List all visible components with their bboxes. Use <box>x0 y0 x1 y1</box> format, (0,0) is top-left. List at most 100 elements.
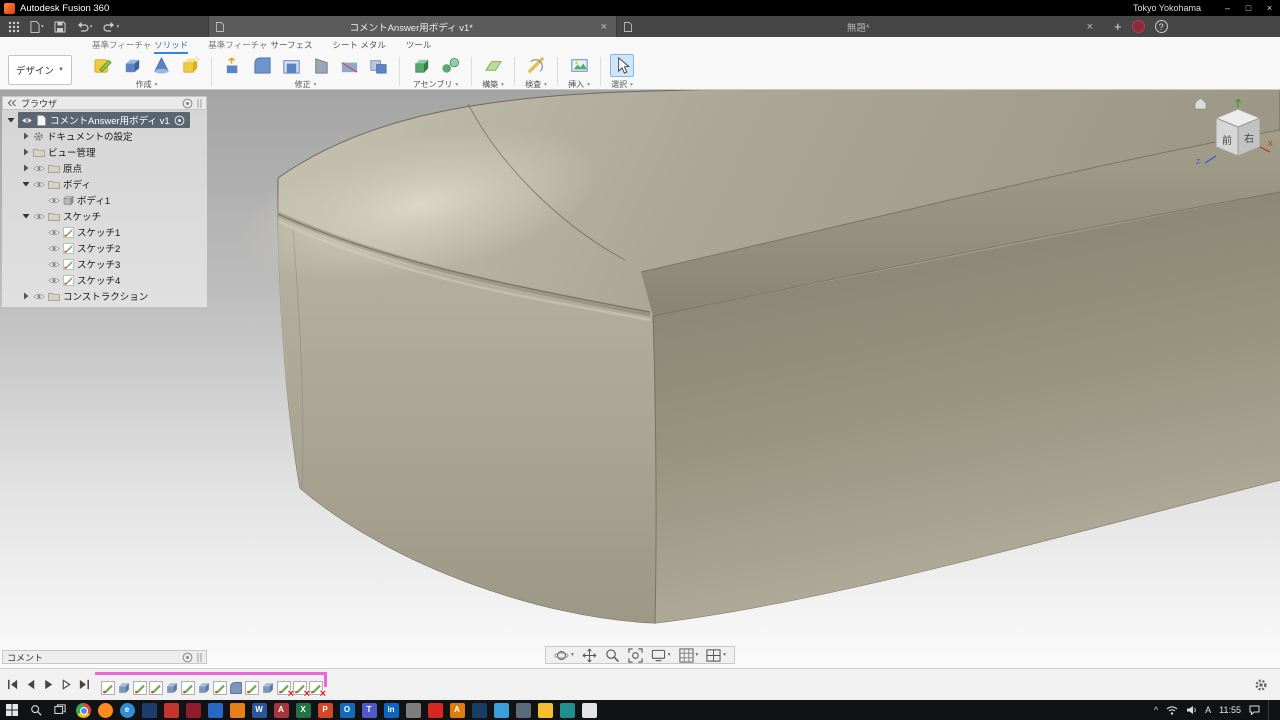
visibility-eye-icon[interactable] <box>48 196 60 205</box>
ribbon-group-label[interactable]: 構築 ▾ <box>482 79 504 90</box>
wifi-icon[interactable] <box>1166 705 1178 715</box>
view-cube[interactable]: 前 右 X Z <box>1192 94 1276 174</box>
display-settings-icon[interactable]: ▾ <box>651 648 671 663</box>
help-button[interactable]: ? <box>1154 20 1168 33</box>
tray-expand-icon[interactable]: ^ <box>1154 705 1158 715</box>
timeline-feature-sketch[interactable] <box>133 680 147 695</box>
save-icon[interactable] <box>51 16 69 37</box>
taskbar-app-word[interactable]: W <box>251 702 267 718</box>
clock[interactable]: 11:55 <box>1219 705 1241 715</box>
viewport-canvas[interactable]: ブラウザ コメントAnswer用ボディ v1 ドキュメントの設定 ビュー管理 原点 ボデ… <box>0 90 1280 668</box>
volume-icon[interactable] <box>1186 705 1197 715</box>
panel-grip-icon[interactable] <box>197 98 202 108</box>
extrude-button[interactable] <box>120 54 144 77</box>
taskbar-app-app-orange[interactable] <box>229 702 245 718</box>
visibility-eye-icon[interactable] <box>33 212 45 221</box>
taskbar-app-app-white[interactable] <box>581 702 597 718</box>
close-tab-icon[interactable]: × <box>599 21 609 33</box>
ribbon-group-label[interactable]: アセンブリ ▾ <box>413 79 458 90</box>
notification-icon[interactable] <box>1249 705 1260 715</box>
tree-expand-icon[interactable] <box>21 132 30 140</box>
minimize-button[interactable]: – <box>1217 0 1238 16</box>
file-menu-icon[interactable]: ▾ <box>27 16 47 37</box>
taskbar-app-teams[interactable]: T <box>361 702 377 718</box>
fillet-button[interactable] <box>250 54 274 77</box>
timeline-feature-sketch[interactable] <box>101 680 115 695</box>
start-button[interactable] <box>0 700 24 720</box>
ribbon-tab-シート メタル[interactable]: シート メタル <box>333 39 386 53</box>
browser-tree-item[interactable]: ドキュメントの設定 <box>2 128 207 144</box>
taskbar-app-explorer[interactable] <box>537 702 553 718</box>
shell-button[interactable] <box>279 54 303 77</box>
workspace-selector[interactable]: デザイン ▼ <box>8 55 72 85</box>
taskbar-app-app-blue[interactable] <box>207 702 223 718</box>
taskbar-app-access[interactable]: A <box>273 702 289 718</box>
visibility-eye-icon[interactable] <box>48 276 60 285</box>
press-pull-button[interactable] <box>221 54 245 77</box>
zoom-icon[interactable] <box>605 648 620 663</box>
user-avatar[interactable] <box>1131 20 1145 33</box>
taskbar-app-app-teal[interactable] <box>559 702 575 718</box>
skip-to-start-button[interactable] <box>5 677 20 692</box>
pin-panel-icon[interactable] <box>182 652 193 663</box>
browser-tree-item[interactable]: ボディ <box>2 176 207 192</box>
search-icon[interactable] <box>24 700 48 720</box>
timeline-feature-sketch[interactable]: × <box>277 680 294 700</box>
insert-canvas-button[interactable] <box>567 54 591 77</box>
panel-grip-icon[interactable] <box>197 652 202 662</box>
comments-header[interactable]: コメント <box>2 650 207 664</box>
step-forward-button[interactable] <box>59 677 74 692</box>
visibility-eye-icon[interactable] <box>48 228 60 237</box>
visibility-eye-icon[interactable] <box>48 244 60 253</box>
timeline-feature-extrude[interactable] <box>165 681 179 695</box>
select-cursor-button[interactable] <box>610 54 634 77</box>
browser-tree-item[interactable]: コンストラクション <box>2 288 207 304</box>
ribbon-group-label[interactable]: 挿入 ▾ <box>568 79 590 90</box>
timeline-feature-sketch[interactable]: × <box>309 680 326 700</box>
tree-collapse-icon[interactable] <box>21 181 30 187</box>
taskbar-app-app-skyblue[interactable] <box>493 702 509 718</box>
document-tab[interactable]: コメントAnswer用ボディ v1* × <box>208 16 616 37</box>
pin-panel-icon[interactable] <box>182 98 193 109</box>
ime-indicator[interactable]: A <box>1205 705 1211 715</box>
undo-icon[interactable]: ▾ <box>73 16 96 37</box>
taskbar-app-autodesk[interactable]: A <box>449 702 465 718</box>
visibility-eye-icon[interactable] <box>21 116 33 125</box>
taskbar-app-app-red2[interactable] <box>427 702 443 718</box>
taskbar-app-linkedin[interactable]: in <box>383 702 399 718</box>
taskbar-app-app-slate[interactable] <box>515 702 531 718</box>
step-back-button[interactable] <box>23 677 38 692</box>
fit-view-icon[interactable] <box>628 647 643 663</box>
pan-icon[interactable] <box>582 648 597 663</box>
grid-settings-icon[interactable]: ▾ <box>678 647 698 663</box>
ribbon-group-label[interactable]: 選択 ▾ <box>611 79 633 90</box>
visibility-eye-icon[interactable] <box>33 292 45 301</box>
browser-tree-item[interactable]: スケッチ4 <box>2 272 207 288</box>
taskbar-app-app-red[interactable] <box>163 702 179 718</box>
taskbar-app-powerpoint[interactable]: P <box>317 702 333 718</box>
timeline-feature-extrude[interactable] <box>117 681 131 695</box>
tree-expand-icon[interactable] <box>21 148 30 156</box>
close-tab-icon[interactable]: × <box>1085 21 1095 33</box>
ribbon-group-label[interactable]: 検査 ▾ <box>525 79 547 90</box>
taskbar-app-app-gray[interactable] <box>405 702 421 718</box>
taskbar-app-excel[interactable]: X <box>295 702 311 718</box>
timeline-feature-fillet[interactable] <box>229 681 243 695</box>
timeline-feature-sketch[interactable] <box>213 680 227 695</box>
browser-tree-item[interactable]: ビュー管理 <box>2 144 207 160</box>
split-button[interactable] <box>337 54 361 77</box>
viewports-icon[interactable]: ▾ <box>706 648 726 663</box>
tree-expand-icon[interactable] <box>21 164 30 172</box>
maximize-button[interactable]: □ <box>1238 0 1259 16</box>
new-component-button[interactable] <box>178 54 202 77</box>
timeline-feature-sketch[interactable] <box>149 680 163 695</box>
taskbar-app-app-darkblue[interactable] <box>471 702 487 718</box>
ribbon-tab-サーフェス[interactable]: 基準フィーチャ サーフェス <box>208 39 312 53</box>
browser-header[interactable]: ブラウザ <box>2 96 207 110</box>
measure-button[interactable] <box>524 54 548 77</box>
taskbar-app-edge[interactable]: e <box>119 702 135 718</box>
collapse-panel-icon[interactable] <box>7 99 17 107</box>
active-document-dot-icon[interactable] <box>174 115 185 126</box>
skip-to-end-button[interactable] <box>77 677 92 692</box>
viewcube-home-icon[interactable] <box>1194 97 1207 110</box>
